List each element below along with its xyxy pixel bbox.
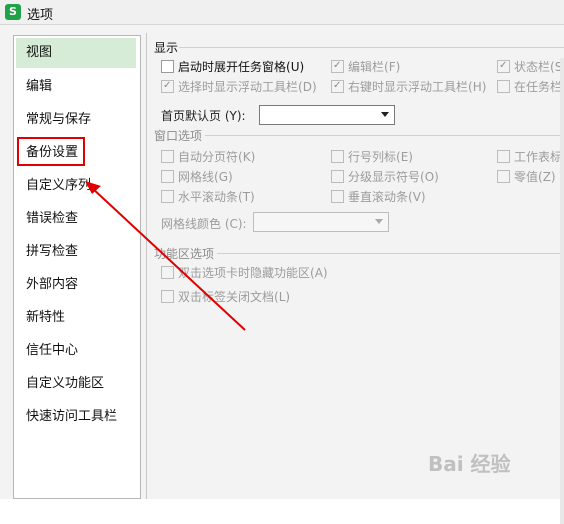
watermark-logo: Bai 经验 (428, 452, 511, 476)
pointer-arrow (85, 181, 246, 331)
